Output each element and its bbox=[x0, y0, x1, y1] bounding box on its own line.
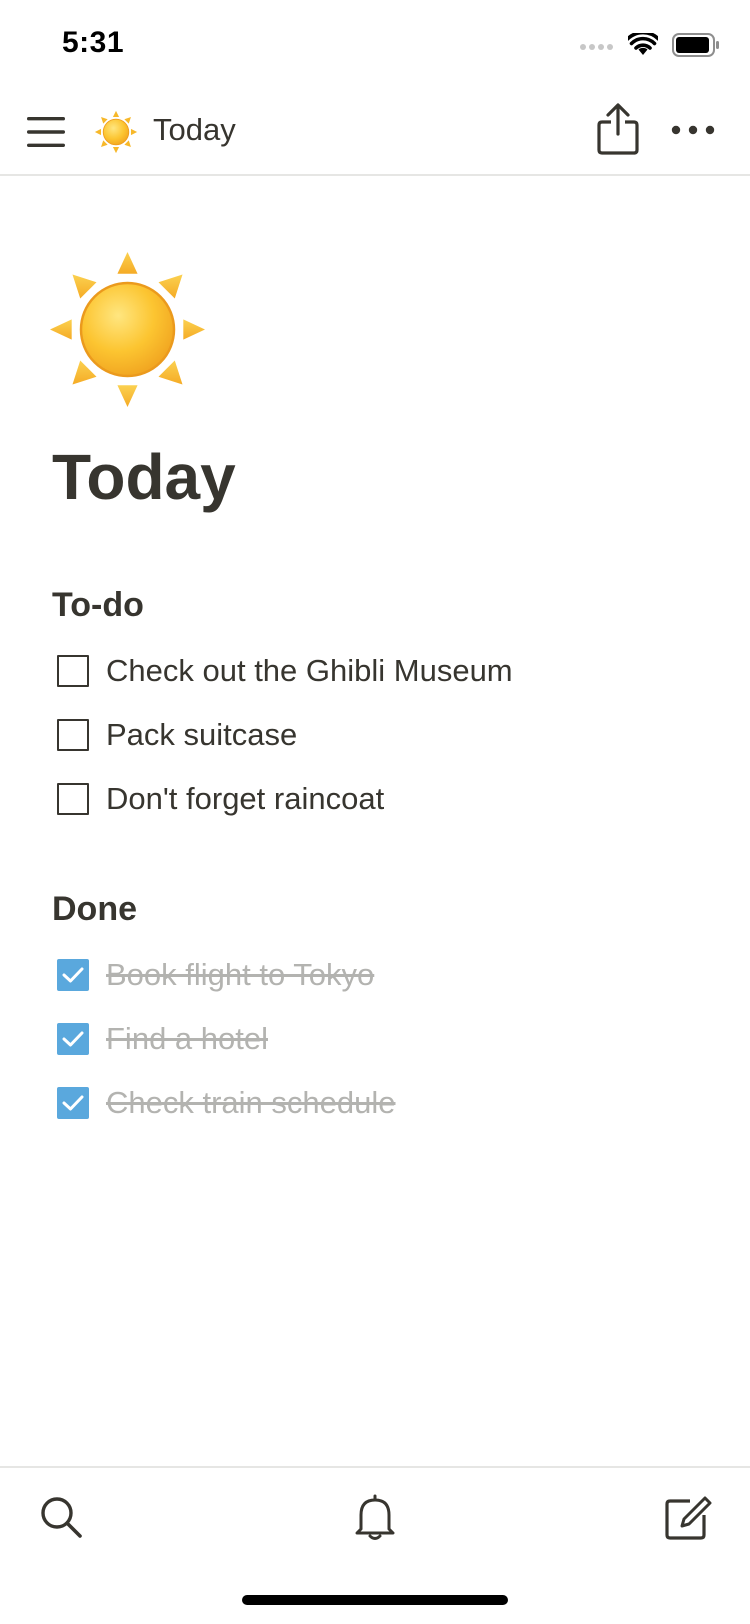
checkbox-checked[interactable] bbox=[57, 1087, 89, 1119]
share-icon[interactable] bbox=[596, 102, 640, 156]
section-heading-todo[interactable]: To-do bbox=[52, 583, 144, 627]
todo-list: Check out the Ghibli Museum Pack suitcas… bbox=[57, 639, 513, 831]
hamburger-menu-icon[interactable] bbox=[27, 114, 65, 150]
sun-icon[interactable] bbox=[50, 252, 205, 407]
checkmark-icon bbox=[62, 1095, 84, 1111]
status-bar: 5:31 bbox=[0, 0, 750, 88]
checkmark-icon bbox=[62, 967, 84, 983]
sun-icon bbox=[94, 110, 138, 154]
home-indicator[interactable] bbox=[242, 1595, 508, 1605]
todo-item: Book flight to Tokyo bbox=[57, 943, 396, 1007]
checkbox-checked[interactable] bbox=[57, 959, 89, 991]
todo-item: Don't forget raincoat bbox=[57, 767, 513, 831]
checkbox-unchecked[interactable] bbox=[57, 719, 89, 751]
status-time: 5:31 bbox=[62, 26, 125, 59]
todo-item-label[interactable]: Don't forget raincoat bbox=[106, 781, 384, 817]
nav-page-title[interactable]: Today bbox=[153, 112, 236, 148]
todo-item: Find a hotel bbox=[57, 1007, 396, 1071]
todo-item-label[interactable]: Check train schedule bbox=[106, 1085, 396, 1121]
todo-item-label[interactable]: Find a hotel bbox=[106, 1021, 268, 1057]
nav-bar: Today bbox=[0, 88, 750, 176]
more-options-icon[interactable] bbox=[671, 118, 715, 142]
bell-icon[interactable] bbox=[350, 1492, 400, 1542]
compose-icon[interactable] bbox=[662, 1492, 712, 1542]
checkmark-icon bbox=[62, 1031, 84, 1047]
section-heading-done[interactable]: Done bbox=[52, 887, 137, 931]
todo-item: Check out the Ghibli Museum bbox=[57, 639, 513, 703]
checkbox-unchecked[interactable] bbox=[57, 655, 89, 687]
checkbox-unchecked[interactable] bbox=[57, 783, 89, 815]
wifi-icon bbox=[628, 33, 658, 55]
todo-item-label[interactable]: Pack suitcase bbox=[106, 717, 297, 753]
todo-item-label[interactable]: Check out the Ghibli Museum bbox=[106, 653, 513, 689]
todo-item: Check train schedule bbox=[57, 1071, 396, 1135]
checkbox-checked[interactable] bbox=[57, 1023, 89, 1055]
cellular-signal-icon bbox=[580, 44, 613, 50]
page-title[interactable]: Today bbox=[52, 440, 236, 514]
done-list: Book flight to Tokyo Find a hotel Check … bbox=[57, 943, 396, 1135]
status-icons bbox=[580, 30, 720, 60]
todo-item-label[interactable]: Book flight to Tokyo bbox=[106, 957, 374, 993]
search-icon[interactable] bbox=[36, 1492, 86, 1542]
battery-icon bbox=[672, 33, 719, 57]
todo-item: Pack suitcase bbox=[57, 703, 513, 767]
